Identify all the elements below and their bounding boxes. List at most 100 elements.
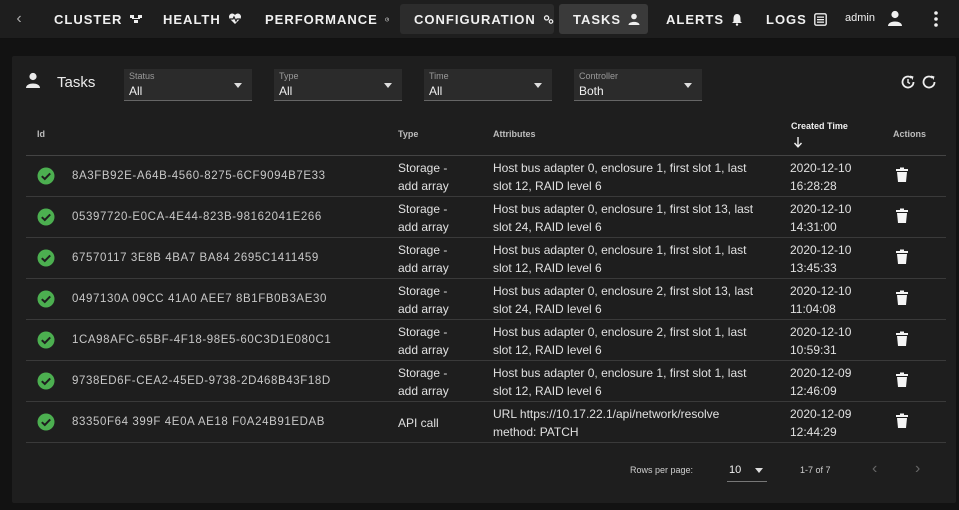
heart-pulse-icon <box>228 13 241 24</box>
rows-per-page-select[interactable]: 10 <box>727 458 767 482</box>
top-nav-bar: ‹ CLUSTER HEALTH PERFORMANCE CONFIGURATI… <box>0 0 959 39</box>
controller-filter[interactable]: Controller Both <box>574 69 702 101</box>
nav-configuration[interactable]: CONFIGURATION <box>400 4 554 34</box>
task-id: 0497130A 09CC 41A0 AEE7 8B1FB0B3AE30 <box>72 293 327 305</box>
nav-logs-label: LOGS <box>766 11 807 27</box>
type-filter-label: Type <box>279 71 299 81</box>
chevron-right-icon[interactable]: › <box>915 460 920 478</box>
controller-filter-value: Both <box>579 84 604 98</box>
delete-icon[interactable] <box>895 331 909 347</box>
auto-refresh-icon[interactable] <box>900 74 916 90</box>
time-filter[interactable]: Time All <box>424 69 552 101</box>
cogs-icon <box>543 14 554 24</box>
delete-icon[interactable] <box>895 249 909 265</box>
refresh-icon[interactable] <box>921 74 937 90</box>
table-row[interactable]: 05397720-E0CA-4E44-823B-98162041E266 Sto… <box>26 197 946 238</box>
panel-title: Tasks <box>57 74 96 91</box>
arrow-down-icon[interactable] <box>793 136 803 148</box>
table-row[interactable]: 83350F64 399F 4E0A AE18 F0A24B91EDAB API… <box>26 402 946 443</box>
table-row[interactable]: 9738ED6F-CEA2-45ED-9738-2D468B43F18D Sto… <box>26 361 946 402</box>
column-header-type[interactable]: Type <box>398 129 418 139</box>
check-circle-icon <box>37 208 55 226</box>
nav-configuration-label: CONFIGURATION <box>414 11 536 27</box>
bell-icon <box>732 13 742 26</box>
time-filter-value: All <box>429 84 443 98</box>
rows-per-page-label: Rows per page: <box>630 465 694 475</box>
nav-health-label: HEALTH <box>163 11 221 27</box>
time-filter-label: Time <box>429 71 449 81</box>
delete-icon[interactable] <box>895 167 909 183</box>
nav-health[interactable]: HEALTH <box>149 4 249 34</box>
chevron-left-icon[interactable]: ‹ <box>872 460 877 478</box>
task-id: 67570117 3E8B 4BA7 BA84 2695C1411459 <box>72 252 319 264</box>
nav-cluster[interactable]: CLUSTER <box>40 4 148 34</box>
task-created-time: 2020-12-09 12:46:09 <box>790 366 852 398</box>
nav-cluster-label: CLUSTER <box>54 11 123 27</box>
task-created-time: 2020-12-10 13:45:33 <box>790 243 852 275</box>
tasks-panel: Tasks Status All Type All Time All Contr… <box>12 56 956 503</box>
column-header-id[interactable]: Id <box>37 129 45 139</box>
check-circle-icon <box>37 372 55 390</box>
task-attributes: Host bus adapter 0, enclosure 1, first s… <box>493 161 747 193</box>
task-attributes: Host bus adapter 0, enclosure 1, first s… <box>493 243 747 275</box>
table-row[interactable]: 67570117 3E8B 4BA7 BA84 2695C1411459 Sto… <box>26 238 946 279</box>
delete-icon[interactable] <box>895 290 909 306</box>
caret-down-icon <box>755 468 763 473</box>
task-created-time: 2020-12-10 10:59:31 <box>790 325 852 357</box>
user-name[interactable]: admin <box>845 12 875 24</box>
caret-down-icon <box>534 83 542 88</box>
nav-performance[interactable]: PERFORMANCE <box>251 4 389 34</box>
check-circle-icon <box>37 331 55 349</box>
list-icon <box>813 12 827 26</box>
chevron-left-icon[interactable]: ‹ <box>10 10 28 28</box>
nav-alerts-label: ALERTS <box>666 11 724 27</box>
task-attributes: URL https://10.17.22.1/api/network/resol… <box>493 407 720 439</box>
delete-icon[interactable] <box>895 413 909 429</box>
controller-filter-label: Controller <box>579 71 619 81</box>
nav-performance-label: PERFORMANCE <box>265 11 378 27</box>
nav-alerts[interactable]: ALERTS <box>652 4 744 34</box>
task-attributes: Host bus adapter 0, enclosure 2, first s… <box>493 325 747 357</box>
task-type: API call <box>398 416 439 430</box>
more-vertical-icon[interactable] <box>930 10 942 28</box>
task-type: Storage - add array <box>398 202 449 234</box>
task-type: Storage - add array <box>398 325 449 357</box>
task-id: 1CA98AFC-65BF-4F18-98E5-60C3D1E080C1 <box>72 334 332 346</box>
nav-tasks[interactable]: TASKS <box>559 4 648 34</box>
type-filter-value: All <box>279 84 293 98</box>
task-type: Storage - add array <box>398 243 449 275</box>
delete-icon[interactable] <box>895 208 909 224</box>
task-created-time: 2020-12-10 14:31:00 <box>790 202 852 234</box>
task-id: 9738ED6F-CEA2-45ED-9738-2D468B43F18D <box>72 375 331 387</box>
task-type: Storage - add array <box>398 284 449 316</box>
column-header-actions: Actions <box>893 129 927 139</box>
account-icon <box>26 72 40 88</box>
status-filter[interactable]: Status All <box>124 69 252 101</box>
nav-logs[interactable]: LOGS <box>752 4 830 34</box>
type-filter[interactable]: Type All <box>274 69 402 101</box>
speedometer-icon <box>384 17 389 21</box>
cluster-icon <box>130 15 143 23</box>
column-header-created-time[interactable]: Created Time <box>791 120 848 132</box>
task-created-time: 2020-12-10 16:28:28 <box>790 161 852 193</box>
table-row[interactable]: 1CA98AFC-65BF-4F18-98E5-60C3D1E080C1 Sto… <box>26 320 946 361</box>
user-icon[interactable] <box>887 10 903 26</box>
task-id: 83350F64 399F 4E0A AE18 F0A24B91EDAB <box>72 416 326 428</box>
column-header-attributes[interactable]: Attributes <box>493 129 536 139</box>
task-id: 8A3FB92E-A64B-4560-8275-6CF9094B7E33 <box>72 170 326 182</box>
account-icon <box>628 13 640 25</box>
nav-tasks-label: TASKS <box>573 11 622 27</box>
task-type: Storage - add array <box>398 366 449 398</box>
table-row[interactable]: 0497130A 09CC 41A0 AEE7 8B1FB0B3AE30 Sto… <box>26 279 946 320</box>
check-circle-icon <box>37 167 55 185</box>
task-attributes: Host bus adapter 0, enclosure 1, first s… <box>493 202 754 234</box>
task-created-time: 2020-12-09 12:44:29 <box>790 407 852 439</box>
check-circle-icon <box>37 290 55 308</box>
task-attributes: Host bus adapter 0, enclosure 1, first s… <box>493 366 747 398</box>
delete-icon[interactable] <box>895 372 909 388</box>
status-filter-value: All <box>129 84 143 98</box>
rows-per-page-value: 10 <box>729 464 742 476</box>
task-id: 05397720-E0CA-4E44-823B-98162041E266 <box>72 211 322 223</box>
check-circle-icon <box>37 413 55 431</box>
table-row[interactable]: 8A3FB92E-A64B-4560-8275-6CF9094B7E33 Sto… <box>26 156 946 197</box>
